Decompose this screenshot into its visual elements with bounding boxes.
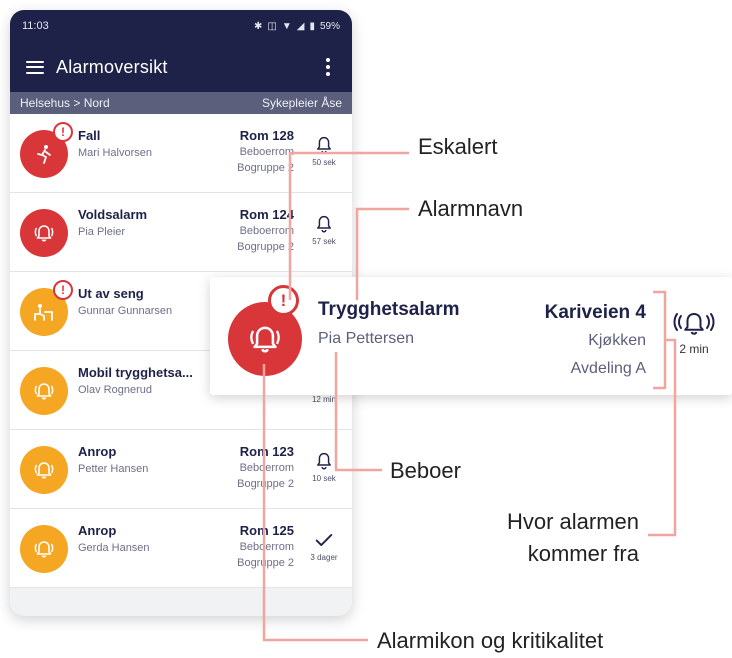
- alarm-state: 57 sek: [304, 213, 344, 246]
- card-elapsed-time: 2 min: [679, 342, 709, 356]
- resident-name: Mari Halvorsen: [78, 147, 152, 159]
- bell-icon: [317, 136, 331, 154]
- fall-icon: [37, 145, 51, 164]
- ringing-bell-icon: [673, 313, 715, 335]
- alarm-name: Anrop: [78, 523, 117, 538]
- alarm-card-detail[interactable]: ! Trygghetsalarm Pia Pettersen Kariveien…: [210, 277, 732, 395]
- alarm-icon-warning: [20, 525, 68, 573]
- current-user: Sykepleier Åse: [261, 96, 342, 110]
- elapsed-time: 3 dager: [310, 553, 338, 562]
- alarm-name: Voldsalarm: [78, 207, 148, 222]
- alarm-location: Rom 123 Beboerrom Bogruppe 2: [237, 444, 294, 492]
- department: Bogruppe 2: [237, 162, 294, 174]
- alarm-bell-icon: [34, 462, 54, 479]
- resident-name: Gerda Hansen: [78, 542, 150, 554]
- resident-name: Gunnar Gunnarsen: [78, 305, 173, 317]
- alarm-state: 3 dager: [304, 529, 344, 562]
- annotation-alarm-name: Alarmnavn: [418, 196, 524, 221]
- room-type: Beboerrom: [239, 462, 294, 474]
- signal-icon: ◢: [296, 20, 305, 32]
- alarm-row[interactable]: Voldsalarm Pia Pleier Rom 124 Beboerrom Bogr…: [10, 193, 352, 272]
- alarm-location: Rom 124 Beboerrom Bogruppe 2: [237, 207, 294, 255]
- card-resident-name: Pia Pettersen: [318, 330, 415, 347]
- resident-name: Petter Hansen: [78, 463, 149, 475]
- vibrate-icon: ◫: [267, 20, 277, 32]
- bed-exit-icon: [34, 304, 53, 321]
- wifi-icon: ▼: [281, 20, 292, 32]
- card-room: Kariveien 4: [544, 302, 646, 323]
- department: Bogruppe 2: [237, 557, 294, 569]
- hamburger-menu-icon[interactable]: [26, 60, 44, 74]
- elapsed-time: 12 min: [311, 395, 336, 404]
- alarm-icon-critical: [20, 209, 68, 257]
- more-options-icon[interactable]: [326, 58, 330, 76]
- annotation-origin: Hvor alarmen kommer fra: [469, 506, 639, 570]
- card-alarm-name: Trygghetsalarm: [318, 299, 460, 320]
- page-title: Alarmoversikt: [56, 56, 168, 77]
- battery-icon: ▮: [309, 20, 315, 32]
- bell-icon: [317, 452, 331, 470]
- room-number: Rom 124: [239, 207, 294, 222]
- elapsed-time: 50 sek: [312, 158, 336, 167]
- alarm-bell-icon: [34, 541, 54, 558]
- card-location: Kariveien 4 Kjøkken Avdeling A: [545, 299, 646, 383]
- alarm-row[interactable]: Anrop Petter Hansen Rom 123 Beboerrom Bogrup…: [10, 430, 352, 509]
- department: Bogruppe 2: [237, 241, 294, 253]
- check-icon: [315, 534, 333, 546]
- escalated-badge: !: [53, 122, 73, 142]
- alarm-state: 10 sek: [304, 450, 344, 483]
- alarm-bell-icon: [34, 383, 54, 400]
- alarm-name: Fall: [78, 128, 101, 143]
- escalated-badge: !: [53, 280, 73, 300]
- breadcrumb: Helsehus > Nord Sykepleier Åse: [10, 92, 352, 114]
- card-department: Avdeling A: [570, 360, 646, 377]
- escalated-badge: !: [268, 285, 299, 316]
- room-number: Rom 123: [239, 444, 294, 459]
- department: Bogruppe 2: [237, 478, 294, 490]
- room-number: Rom 128: [239, 128, 294, 143]
- battery-level: 59%: [319, 20, 340, 32]
- status-bar: 11:03 ✱ ◫ ▼ ◢ ▮ 59%: [10, 10, 352, 42]
- alarm-location: Rom 125 Beboerrom Bogruppe 2: [237, 523, 294, 571]
- status-time: 11:03: [22, 20, 49, 32]
- annotation-origin-line1: Hvor alarmen: [506, 509, 639, 534]
- alarm-name: Mobil trygghetsa...: [78, 365, 193, 380]
- room-type: Beboerrom: [239, 541, 294, 553]
- alarm-bell-icon: [34, 225, 54, 242]
- alarm-state: 50 sek: [304, 134, 344, 167]
- alarm-name: Ut av seng: [78, 286, 144, 301]
- alarm-name: Anrop: [78, 444, 117, 459]
- elapsed-time: 10 sek: [312, 474, 336, 483]
- resident-name: Pia Pleier: [78, 226, 126, 238]
- alarm-row[interactable]: ! Fall Mari Halvorsen Rom 128 Beboerrom Bogru…: [10, 114, 352, 193]
- alarm-row[interactable]: Anrop Gerda Hansen Rom 125 Beboerrom Bogrupp…: [10, 509, 352, 588]
- status-icons: ✱ ◫ ▼ ◢ ▮ 59%: [254, 21, 340, 32]
- elapsed-time: 57 sek: [312, 237, 336, 246]
- alarm-icon-warning: [20, 367, 68, 415]
- alarm-bell-icon: [250, 326, 280, 353]
- annotation-icon-criticality: Alarmikon og kritikalitet: [377, 628, 604, 653]
- room-type: Beboerrom: [239, 146, 294, 158]
- bluetooth-icon: ✱: [254, 20, 263, 32]
- card-room-type: Kjøkken: [588, 332, 646, 349]
- bell-icon: [317, 215, 331, 233]
- alarm-icon-warning: [20, 446, 68, 494]
- card-alarm-state: 2 min: [664, 310, 724, 356]
- alarm-location: Rom 128 Beboerrom Bogruppe 2: [237, 128, 294, 176]
- annotation-resident: Beboer: [390, 458, 461, 483]
- annotation-escalated: Eskalert: [418, 134, 498, 159]
- room-type: Beboerrom: [239, 225, 294, 237]
- resident-name: Olav Rognerud: [78, 384, 152, 396]
- room-number: Rom 125: [239, 523, 294, 538]
- app-bar: Alarmoversikt: [10, 42, 352, 92]
- annotation-origin-line2: kommer fra: [527, 541, 639, 566]
- breadcrumb-location[interactable]: Helsehus > Nord: [20, 96, 110, 110]
